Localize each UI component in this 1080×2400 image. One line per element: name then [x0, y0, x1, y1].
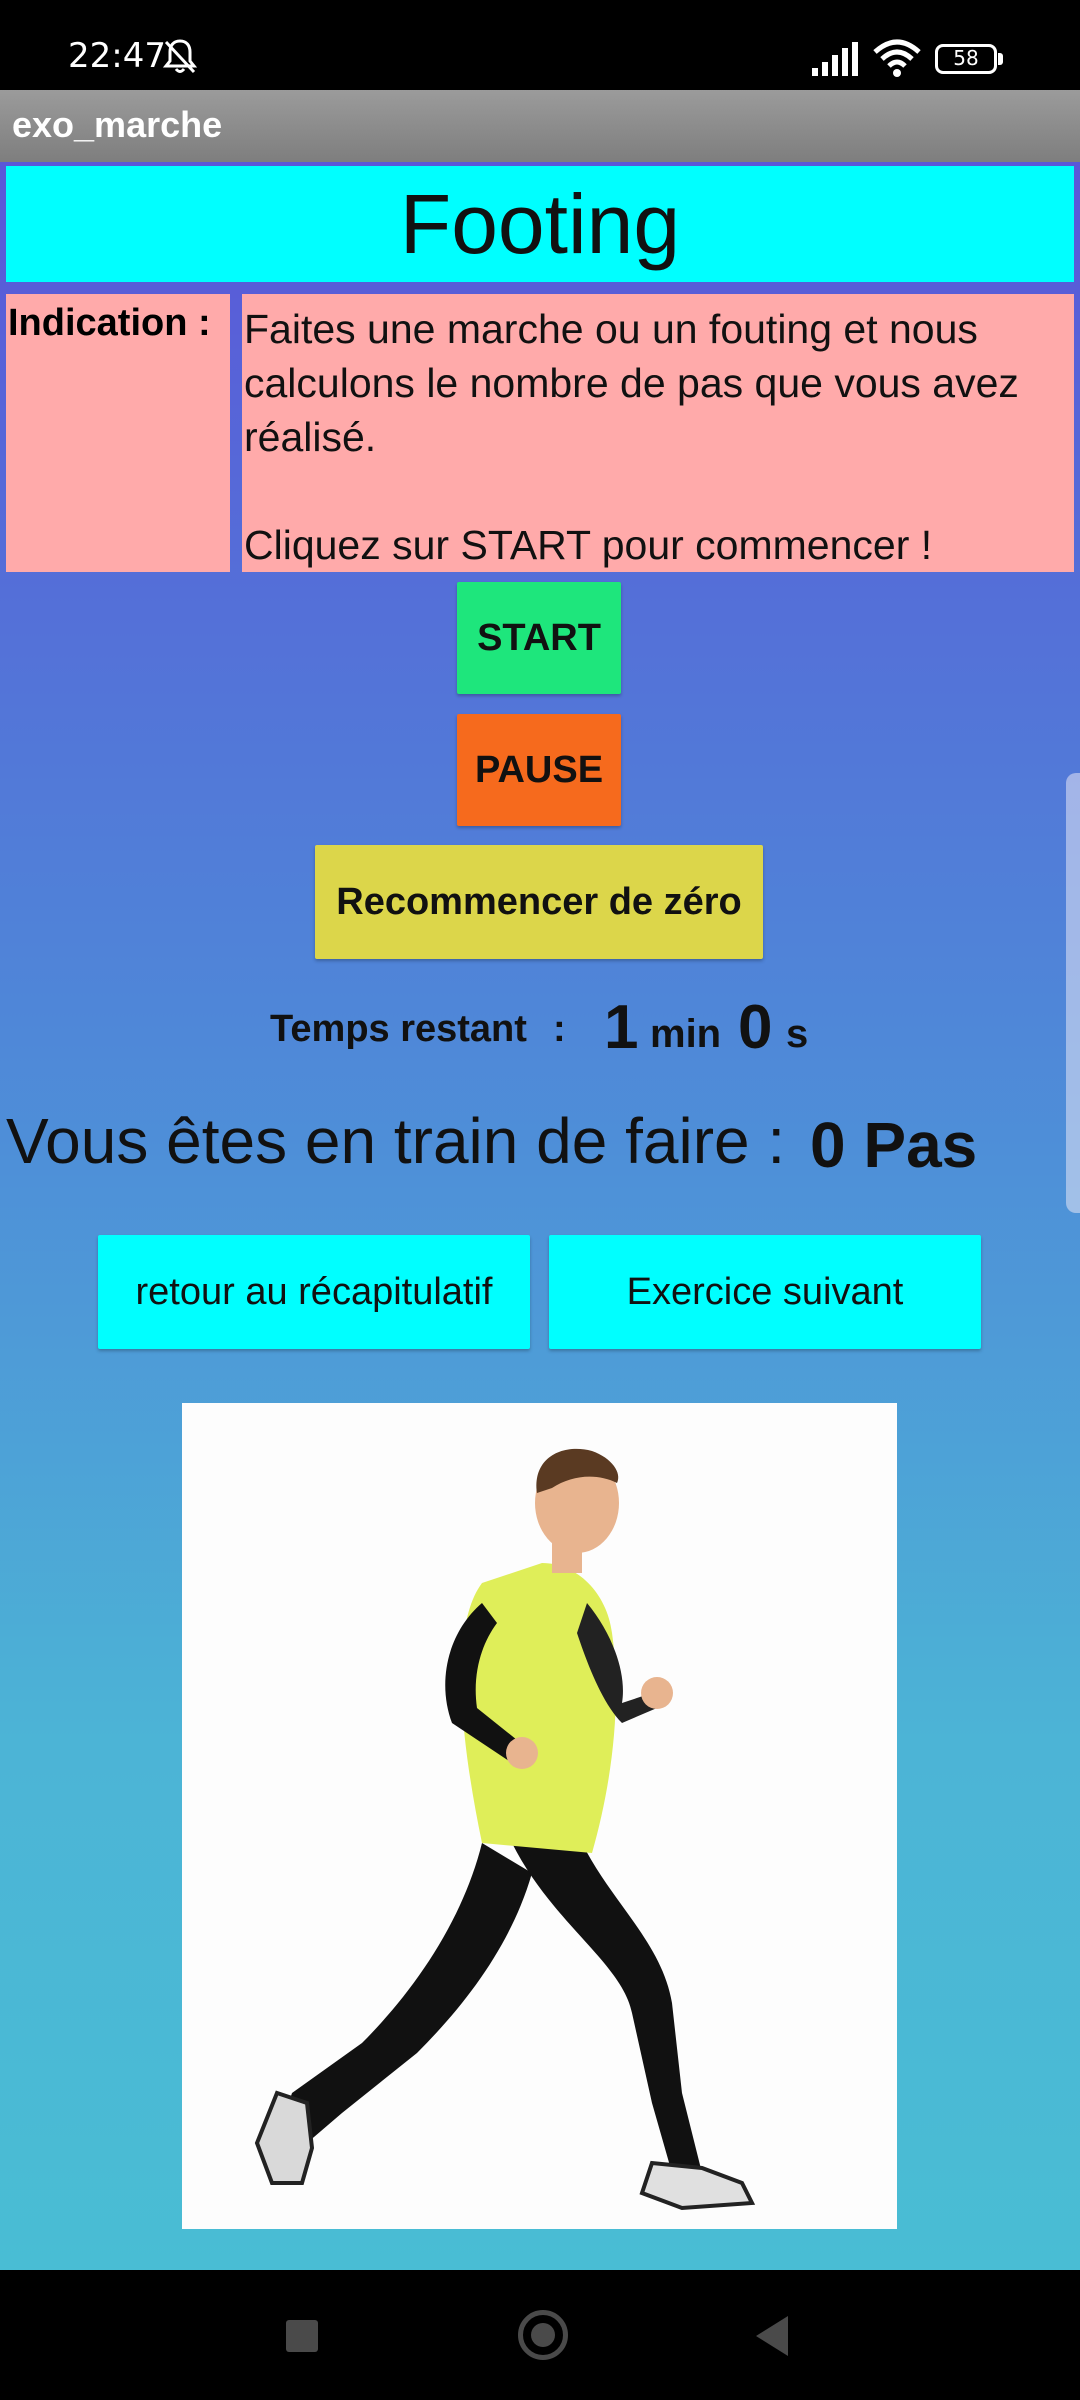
pause-button[interactable]: PAUSE	[457, 714, 621, 826]
indication-text-box: Faites une marche ou un fouting et nous …	[242, 294, 1074, 572]
recent-apps-icon[interactable]	[286, 2320, 318, 2352]
battery-level: 58	[953, 46, 979, 70]
back-icon[interactable]	[756, 2316, 788, 2356]
signal-icon	[812, 42, 858, 76]
system-nav-bar	[0, 2270, 1080, 2400]
page-title: Footing	[399, 177, 681, 271]
bell-muted-icon	[162, 39, 198, 74]
main-content: Footing Indication : Faites une marche o…	[0, 162, 1080, 2270]
timer-label: Temps restant	[270, 1008, 527, 1050]
steps-row: Vous êtes en train de faire : 0 Pas	[0, 1094, 1080, 1184]
indication-label-box: Indication :	[6, 294, 230, 572]
timer-minutes: 1	[604, 993, 639, 1062]
battery-icon: 58	[935, 44, 1005, 74]
home-icon[interactable]	[518, 2310, 568, 2360]
steps-value: 0 Pas	[810, 1109, 978, 1181]
timer-minutes-unit: min	[650, 1012, 722, 1056]
status-bar: 22:47 58	[0, 0, 1080, 90]
reset-button[interactable]: Recommencer de zéro	[315, 845, 763, 959]
indication-label: Indication :	[8, 302, 211, 344]
timer-separator: :	[553, 1008, 566, 1050]
back-to-recap-button[interactable]: retour au récapitulatif	[98, 1235, 530, 1349]
app-title-bar: exo_marche	[0, 90, 1080, 162]
timer-row: Temps restant : 1 min 0 s	[0, 992, 1080, 1072]
timer-seconds-unit: s	[786, 1012, 809, 1056]
page-header: Footing	[6, 166, 1074, 282]
indication-text: Faites une marche ou un fouting et nous …	[244, 306, 1019, 568]
steps-label: Vous êtes en train de faire :	[6, 1105, 786, 1177]
next-exercise-button[interactable]: Exercice suivant	[549, 1235, 981, 1349]
start-button[interactable]: START	[457, 582, 621, 694]
runner-image	[182, 1403, 897, 2229]
scroll-handle[interactable]	[1066, 773, 1080, 1213]
timer-seconds: 0	[738, 993, 773, 1062]
app-title: exo_marche	[12, 104, 223, 145]
status-time: 22:47	[68, 36, 166, 76]
wifi-icon	[873, 39, 921, 77]
runner-illustration	[254, 1448, 756, 2211]
